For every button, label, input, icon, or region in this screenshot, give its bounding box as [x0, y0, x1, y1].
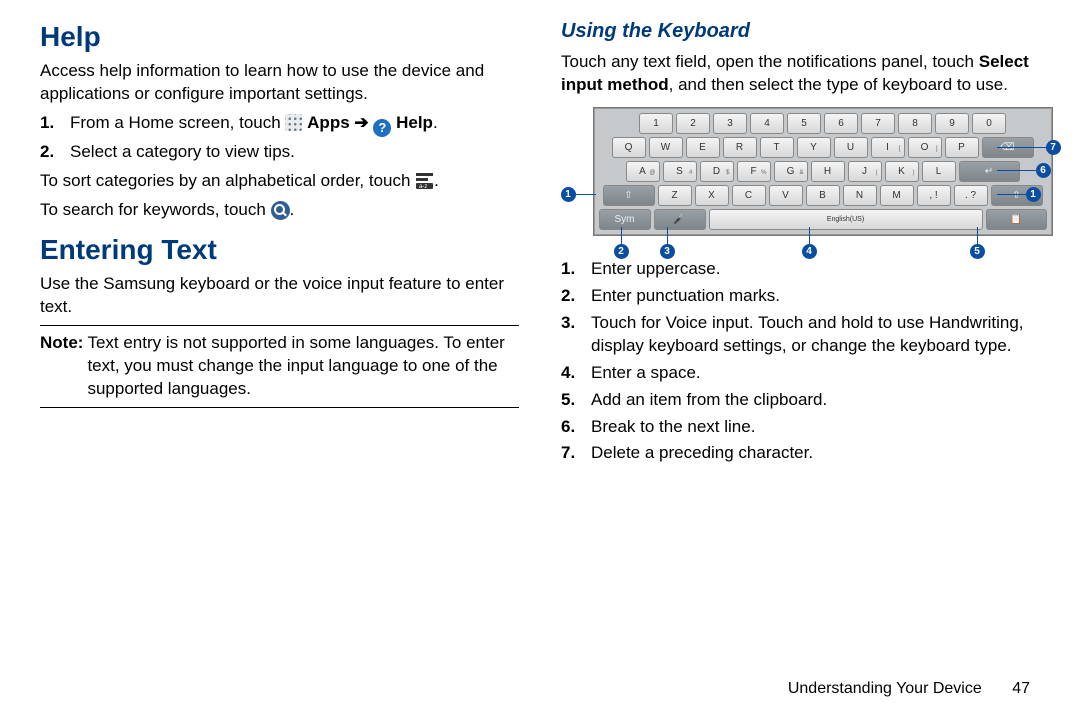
keyboard-diagram: 1234567890 QWERTYUIOP⌫ ASDFGHJKL↵ ⇧ZXCVB…	[571, 107, 1031, 236]
keyboard-key: M	[880, 185, 914, 206]
keyboard-key: H	[811, 161, 845, 182]
keyboard-key: I	[871, 137, 905, 158]
kb-step-3: 3.Touch for Voice input. Touch and hold …	[583, 312, 1040, 358]
keyboard-key: ↵	[959, 161, 1020, 182]
keyboard-key: W	[649, 137, 683, 158]
apps-label: Apps	[307, 113, 350, 132]
keyboard-key: English(US)	[709, 209, 983, 230]
keyboard-key: T	[760, 137, 794, 158]
using-keyboard-heading: Using the Keyboard	[561, 18, 1040, 45]
keyboard-key: G	[774, 161, 808, 182]
keyboard-body: 1234567890 QWERTYUIOP⌫ ASDFGHJKL↵ ⇧ZXCVB…	[593, 107, 1053, 236]
sort-icon: a-z	[415, 172, 434, 190]
callout-4: 4	[802, 244, 817, 259]
keyboard-key: U	[834, 137, 868, 158]
callout-1: 1	[561, 187, 576, 202]
kb-step-2: 2.Enter punctuation marks.	[583, 285, 1040, 308]
using-keyboard-intro: Touch any text field, open the notificat…	[561, 51, 1040, 97]
keyboard-key: O	[908, 137, 942, 158]
keyboard-key: X	[695, 185, 729, 206]
keyboard-key: F	[737, 161, 771, 182]
keyboard-key: Q	[612, 137, 646, 158]
callout-2: 2	[614, 244, 629, 259]
sort-line: To sort categories by an alphabetical or…	[40, 170, 519, 193]
keyboard-key: Y	[797, 137, 831, 158]
help-step-1: 1. From a Home screen, touch Apps ➔ ? He…	[62, 112, 519, 137]
keyboard-key: D	[700, 161, 734, 182]
keyboard-key: N	[843, 185, 877, 206]
keyboard-key: . ?	[954, 185, 988, 206]
keyboard-key: V	[769, 185, 803, 206]
keyboard-key: 📋	[986, 209, 1047, 230]
page-footer: Understanding Your Device 47	[788, 680, 1030, 698]
kb-step-4: 4.Enter a space.	[583, 362, 1040, 385]
keyboard-key: C	[732, 185, 766, 206]
keyboard-key: Z	[658, 185, 692, 206]
keyboard-key: R	[723, 137, 757, 158]
keyboard-key: 9	[935, 113, 969, 134]
help-icon: ?	[373, 119, 391, 137]
callout-7: 7	[1046, 140, 1061, 155]
keyboard-key: 🎤	[654, 209, 706, 230]
help-step-2: 2. Select a category to view tips.	[62, 141, 519, 164]
keyboard-key: E	[686, 137, 720, 158]
keyboard-key: A	[626, 161, 660, 182]
keyboard-key: , !	[917, 185, 951, 206]
help-label: Help	[396, 113, 433, 132]
help-heading: Help	[40, 18, 519, 56]
note-label: Note:	[40, 333, 83, 352]
keyboard-key: J	[848, 161, 882, 182]
keyboard-key: 1	[639, 113, 673, 134]
kb-step-6: 6.Break to the next line.	[583, 416, 1040, 439]
entering-intro: Use the Samsung keyboard or the voice in…	[40, 273, 519, 319]
kb-step-5: 5.Add an item from the clipboard.	[583, 389, 1040, 412]
keyboard-key: 3	[713, 113, 747, 134]
help-steps: 1. From a Home screen, touch Apps ➔ ? He…	[40, 112, 519, 164]
search-line: To search for keywords, touch .	[40, 199, 519, 222]
right-column: Using the Keyboard Touch any text field,…	[561, 18, 1040, 471]
entering-heading: Entering Text	[40, 231, 519, 269]
magnifier-icon	[271, 201, 290, 220]
callout-1b: 1	[1026, 187, 1041, 202]
left-column: Help Access help information to learn ho…	[40, 18, 519, 471]
keyboard-key: 7	[861, 113, 895, 134]
keyboard-steps: 1.Enter uppercase. 2.Enter punctuation m…	[561, 258, 1040, 466]
arrow-icon: ➔	[354, 113, 373, 132]
keyboard-key: 0	[972, 113, 1006, 134]
callout-5: 5	[970, 244, 985, 259]
footer-page: 47	[1012, 680, 1030, 697]
keyboard-key: 6	[824, 113, 858, 134]
svg-text:a-z: a-z	[419, 184, 427, 190]
keyboard-key: P	[945, 137, 979, 158]
callout-3: 3	[660, 244, 675, 259]
keyboard-key: 8	[898, 113, 932, 134]
keyboard-key: Sym	[599, 209, 651, 230]
keyboard-key: L	[922, 161, 956, 182]
note-box: Note: Text entry is not supported in som…	[40, 325, 519, 408]
help-intro: Access help information to learn how to …	[40, 60, 519, 106]
keyboard-key: B	[806, 185, 840, 206]
keyboard-key: S	[663, 161, 697, 182]
footer-section: Understanding Your Device	[788, 680, 982, 697]
callout-6: 6	[1036, 163, 1051, 178]
keyboard-key: K	[885, 161, 919, 182]
kb-step-1: 1.Enter uppercase.	[583, 258, 1040, 281]
keyboard-key: 5	[787, 113, 821, 134]
apps-icon	[285, 114, 302, 131]
keyboard-key: ⇧	[603, 185, 655, 206]
note-text: Text entry is not supported in some lang…	[83, 332, 519, 401]
keyboard-key: 2	[676, 113, 710, 134]
kb-step-7: 7.Delete a preceding character.	[583, 442, 1040, 465]
keyboard-key: 4	[750, 113, 784, 134]
